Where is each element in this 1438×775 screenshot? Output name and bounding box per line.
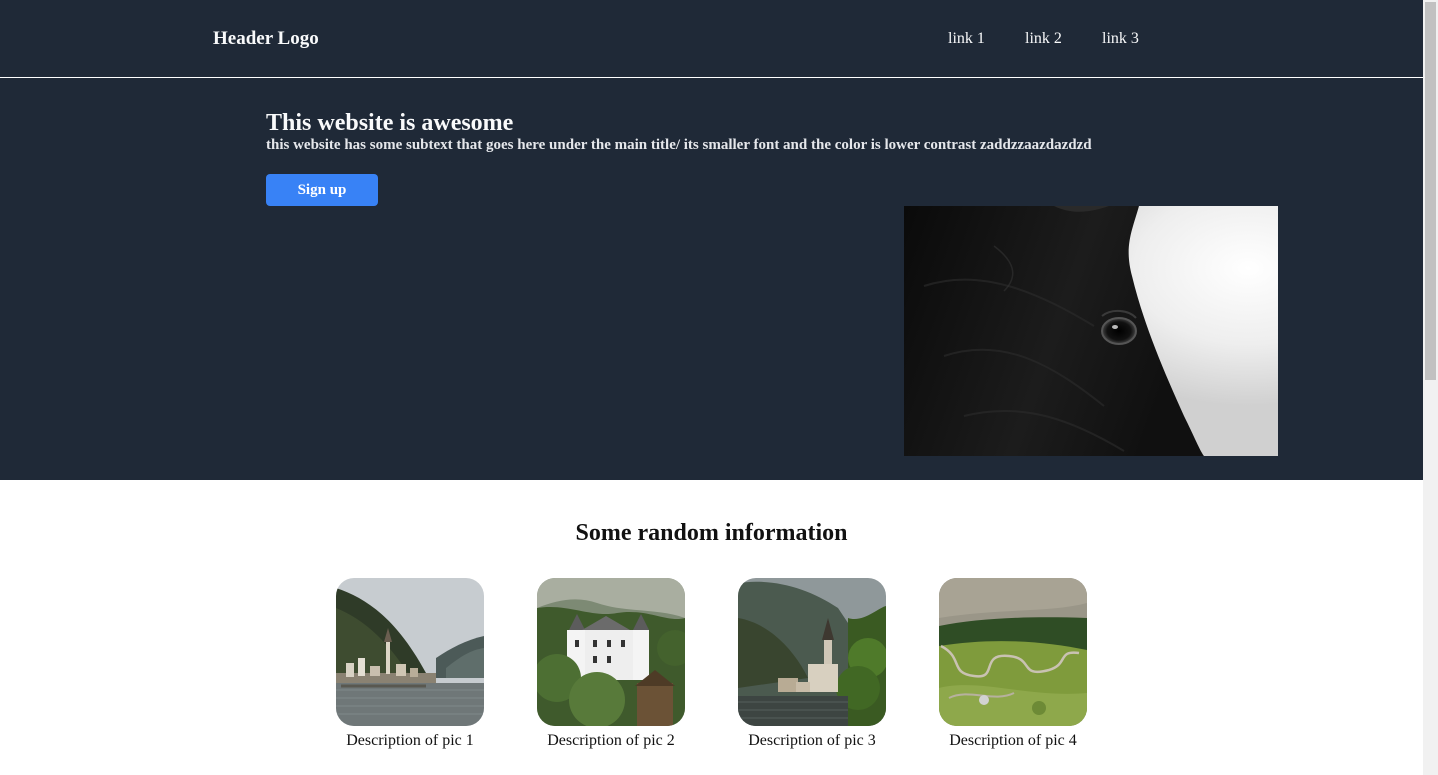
card-caption-2: Description of pic 2	[547, 732, 675, 749]
info-section-title: Some random information	[575, 520, 848, 546]
info-card-4: Description of pic 4	[939, 578, 1087, 753]
nav-link-3[interactable]: link 3	[1102, 29, 1139, 49]
card-caption-4: Description of pic 4	[949, 732, 1077, 749]
hero-section: This website is awesome this website has…	[0, 78, 1423, 480]
hero-title: This website is awesome	[266, 110, 514, 136]
header-logo[interactable]: Header Logo	[213, 27, 319, 51]
mountain-road-image	[939, 578, 1087, 726]
info-card-3: Description of pic 3	[738, 578, 886, 753]
page: Header Logo link 1 link 2 link 3 This we…	[0, 0, 1423, 775]
lakeside-village-image	[336, 578, 484, 726]
nav-link-1[interactable]: link 1	[948, 29, 985, 49]
info-card-1: Description of pic 1	[336, 578, 484, 753]
nav-link-2[interactable]: link 2	[1025, 29, 1062, 49]
scrollbar-thumb[interactable]	[1425, 2, 1436, 380]
white-castle-image	[537, 578, 685, 726]
info-card-2: Description of pic 2	[537, 578, 685, 753]
card-caption-1: Description of pic 1	[346, 732, 474, 749]
vertical-scrollbar[interactable]	[1423, 0, 1438, 775]
hero-subtext: this website has some subtext that goes …	[266, 137, 1092, 153]
church-lake-image	[738, 578, 886, 726]
hero-horse-image	[904, 206, 1278, 456]
card-caption-3: Description of pic 3	[748, 732, 876, 749]
site-header: Header Logo link 1 link 2 link 3	[0, 0, 1423, 78]
signup-button[interactable]: Sign up	[266, 174, 378, 206]
